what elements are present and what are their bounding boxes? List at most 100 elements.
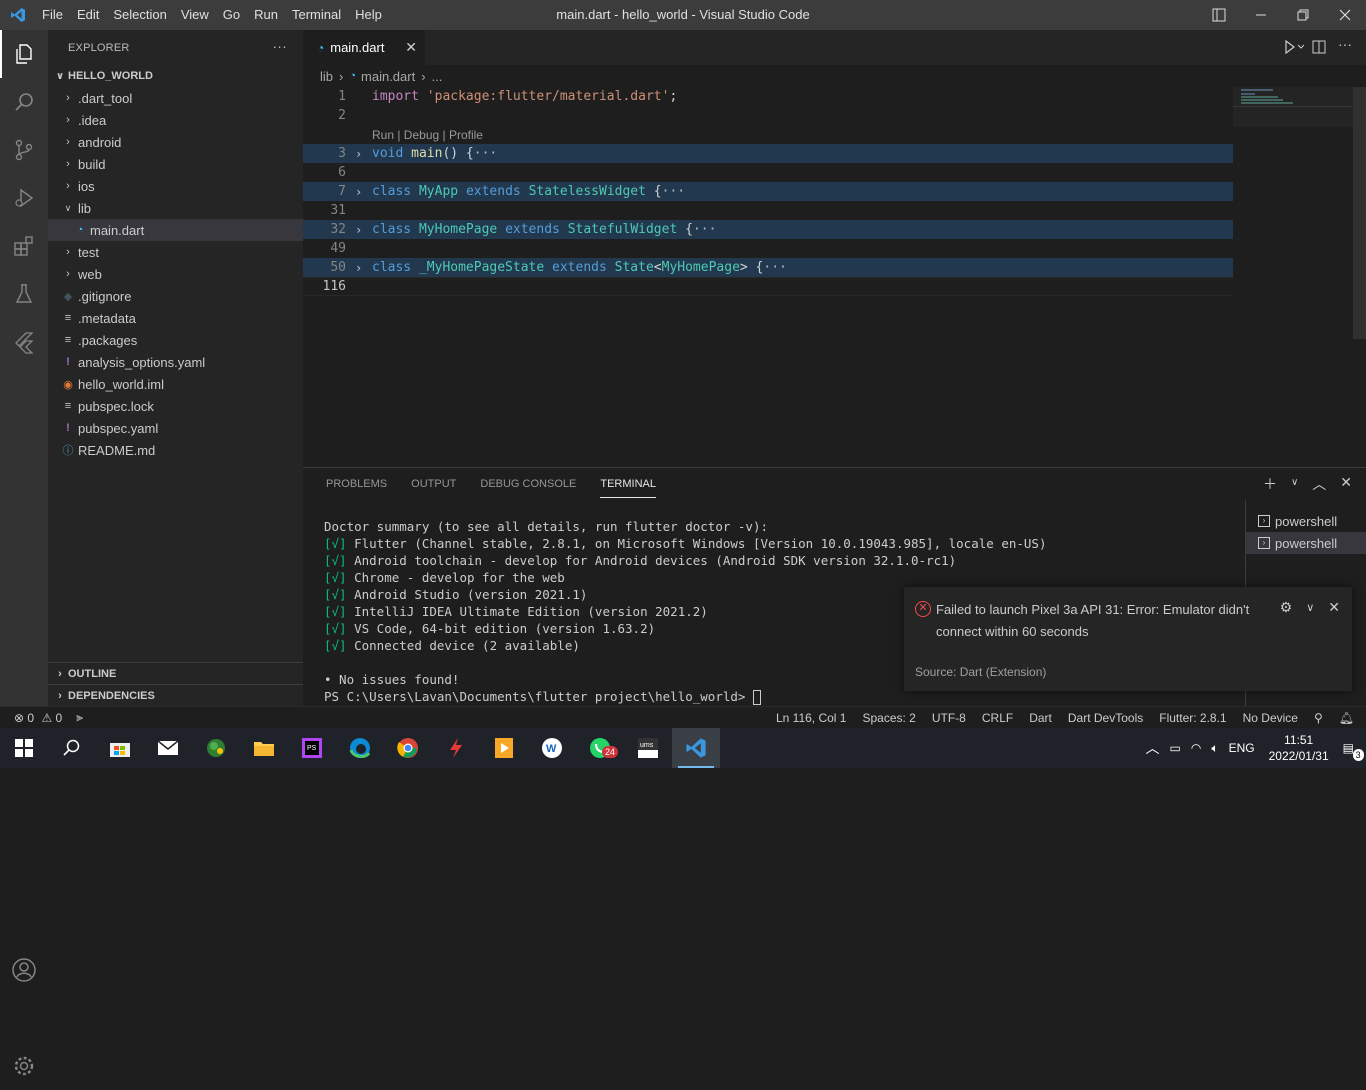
folded-ellipsis[interactable]: ···	[763, 260, 786, 275]
tree-item[interactable]: ≡ pubspec.lock	[48, 395, 303, 417]
minimap[interactable]	[1233, 87, 1353, 127]
ums-app-icon[interactable]: ums	[624, 728, 672, 768]
flutter-icon[interactable]	[0, 318, 48, 366]
extensions-icon[interactable]	[0, 222, 48, 270]
menu-edit[interactable]: Edit	[70, 0, 106, 30]
tree-item[interactable]: ! pubspec.yaml	[48, 417, 303, 439]
menu-view[interactable]: View	[174, 0, 216, 30]
dependencies-section[interactable]: › DEPENDENCIES	[48, 684, 303, 706]
whatsapp-icon[interactable]: 24	[576, 728, 624, 768]
restore-button[interactable]	[1282, 0, 1324, 30]
maximize-panel-icon[interactable]: ︿	[1312, 474, 1326, 494]
language-mode[interactable]: Dart	[1029, 711, 1052, 725]
run-debug-profile-codelens[interactable]: Run | Debug | Profile	[372, 128, 483, 142]
tree-item[interactable]: ∨ lib	[48, 197, 303, 219]
tab-main-dart[interactable]: ◔ main.dart ✕	[303, 30, 425, 65]
tab-terminal[interactable]: TERMINAL	[600, 468, 656, 500]
tab-problems[interactable]: PROBLEMS	[326, 468, 387, 500]
tree-item[interactable]: ◆ .gitignore	[48, 285, 303, 307]
breadcrumb-more[interactable]: ...	[432, 69, 443, 84]
tree-item[interactable]: ◔ main.dart	[48, 219, 303, 241]
volume-icon[interactable]: 🔈︎	[1211, 741, 1218, 756]
menu-help[interactable]: Help	[348, 0, 389, 30]
windows-start-icon[interactable]	[0, 728, 48, 768]
close-tab-icon[interactable]: ✕	[405, 39, 417, 56]
minimize-button[interactable]	[1240, 0, 1282, 30]
folded-ellipsis[interactable]: ···	[693, 222, 716, 237]
more-actions-icon[interactable]: ···	[272, 38, 287, 54]
tree-item[interactable]: ≡ .packages	[48, 329, 303, 351]
tree-item[interactable]: ⓘ README.md	[48, 439, 303, 461]
testing-icon[interactable]	[0, 270, 48, 318]
outline-section[interactable]: › OUTLINE	[48, 662, 303, 684]
tree-item[interactable]: › web	[48, 263, 303, 285]
flutter-version[interactable]: Flutter: 2.8.1	[1159, 711, 1226, 725]
notification-settings-gear-icon[interactable]: ⚙	[1280, 599, 1293, 617]
tree-item[interactable]: › test	[48, 241, 303, 263]
notifications-bell-icon[interactable]: 🔔︎	[1339, 711, 1354, 725]
photos-globe-icon[interactable]	[192, 728, 240, 768]
accounts-icon[interactable]	[0, 946, 48, 994]
editor-more-actions-icon[interactable]: ···	[1338, 36, 1352, 52]
tree-item[interactable]: ◉ hello_world.iml	[48, 373, 303, 395]
lightning-app-icon[interactable]	[432, 728, 480, 768]
taskbar-search-icon[interactable]	[48, 728, 96, 768]
chevron-down-icon[interactable]: ∨	[1291, 474, 1298, 494]
encoding[interactable]: UTF-8	[932, 711, 966, 725]
explorer-root-folder[interactable]: ∨ HELLO_WORLD	[48, 65, 303, 87]
tree-item[interactable]: › .dart_tool	[48, 87, 303, 109]
tree-item[interactable]: › .idea	[48, 109, 303, 131]
toggle-layout-icon[interactable]	[1198, 0, 1240, 30]
fold-chevron-icon[interactable]: ›	[355, 223, 362, 237]
run-debug-icon[interactable]	[0, 174, 48, 222]
settings-gear-icon[interactable]	[0, 1042, 48, 1090]
vscode-taskbar-icon[interactable]	[672, 728, 720, 768]
tree-item[interactable]: ≡ .metadata	[48, 307, 303, 329]
tree-item[interactable]: › ios	[48, 175, 303, 197]
close-notification-icon[interactable]: ✕	[1328, 599, 1340, 617]
code-editor[interactable]: 1 import 'package:flutter/material.dart'…	[303, 87, 1233, 467]
menu-go[interactable]: Go	[216, 0, 247, 30]
folded-ellipsis[interactable]: ···	[474, 146, 497, 161]
dart-devtools[interactable]: Dart DevTools	[1068, 711, 1143, 725]
terminal-instance[interactable]: › powershell	[1246, 510, 1366, 532]
new-terminal-icon[interactable]: ＋	[1263, 474, 1277, 494]
explorer-icon[interactable]	[0, 30, 48, 78]
network-wifi-icon[interactable]: ◠	[1191, 741, 1201, 755]
split-editor-icon[interactable]	[1312, 40, 1326, 57]
chevron-down-icon[interactable]: ∨	[1306, 599, 1314, 617]
edge-icon[interactable]	[336, 728, 384, 768]
line-ending[interactable]: CRLF	[982, 711, 1013, 725]
tab-output[interactable]: OUTPUT	[411, 468, 456, 500]
terminal-instance[interactable]: › powershell	[1246, 532, 1366, 554]
menu-terminal[interactable]: Terminal	[285, 0, 348, 30]
problems-status[interactable]: ⊗ 0 ⚠ 0	[14, 711, 62, 725]
microsoft-store-icon[interactable]	[96, 728, 144, 768]
media-player-icon[interactable]	[480, 728, 528, 768]
menu-run[interactable]: Run	[247, 0, 285, 30]
feedback-icon[interactable]: ⚲	[1314, 711, 1323, 725]
mail-icon[interactable]	[144, 728, 192, 768]
device-selector[interactable]: No Device	[1243, 711, 1298, 725]
battery-icon[interactable]: ▭	[1170, 741, 1181, 755]
fold-chevron-icon[interactable]: ›	[355, 261, 362, 275]
debug-launch-icon[interactable]: ⫸	[76, 710, 83, 725]
cursor-position[interactable]: Ln 116, Col 1	[776, 711, 847, 725]
folded-ellipsis[interactable]: ···	[662, 184, 685, 199]
chrome-icon[interactable]	[384, 728, 432, 768]
phpstorm-icon[interactable]: PS	[288, 728, 336, 768]
fold-chevron-icon[interactable]: ›	[355, 147, 362, 161]
action-center-icon[interactable]: ▤ 3	[1343, 741, 1364, 761]
breadcrumb-file[interactable]: main.dart	[361, 69, 415, 84]
menu-selection[interactable]: Selection	[106, 0, 173, 30]
close-panel-icon[interactable]: ✕	[1340, 474, 1352, 494]
run-dropdown-icon[interactable]	[1282, 39, 1306, 58]
input-language[interactable]: ENG	[1229, 741, 1255, 755]
editor-scrollbar[interactable]	[1353, 87, 1366, 339]
search-icon[interactable]	[0, 78, 48, 126]
close-window-button[interactable]	[1324, 0, 1366, 30]
show-hidden-icons-chevron-icon[interactable]: ︿	[1146, 738, 1160, 758]
tab-debug-console[interactable]: DEBUG CONSOLE	[480, 468, 576, 500]
tree-item[interactable]: ! analysis_options.yaml	[48, 351, 303, 373]
breadcrumb-folder[interactable]: lib	[320, 69, 333, 84]
